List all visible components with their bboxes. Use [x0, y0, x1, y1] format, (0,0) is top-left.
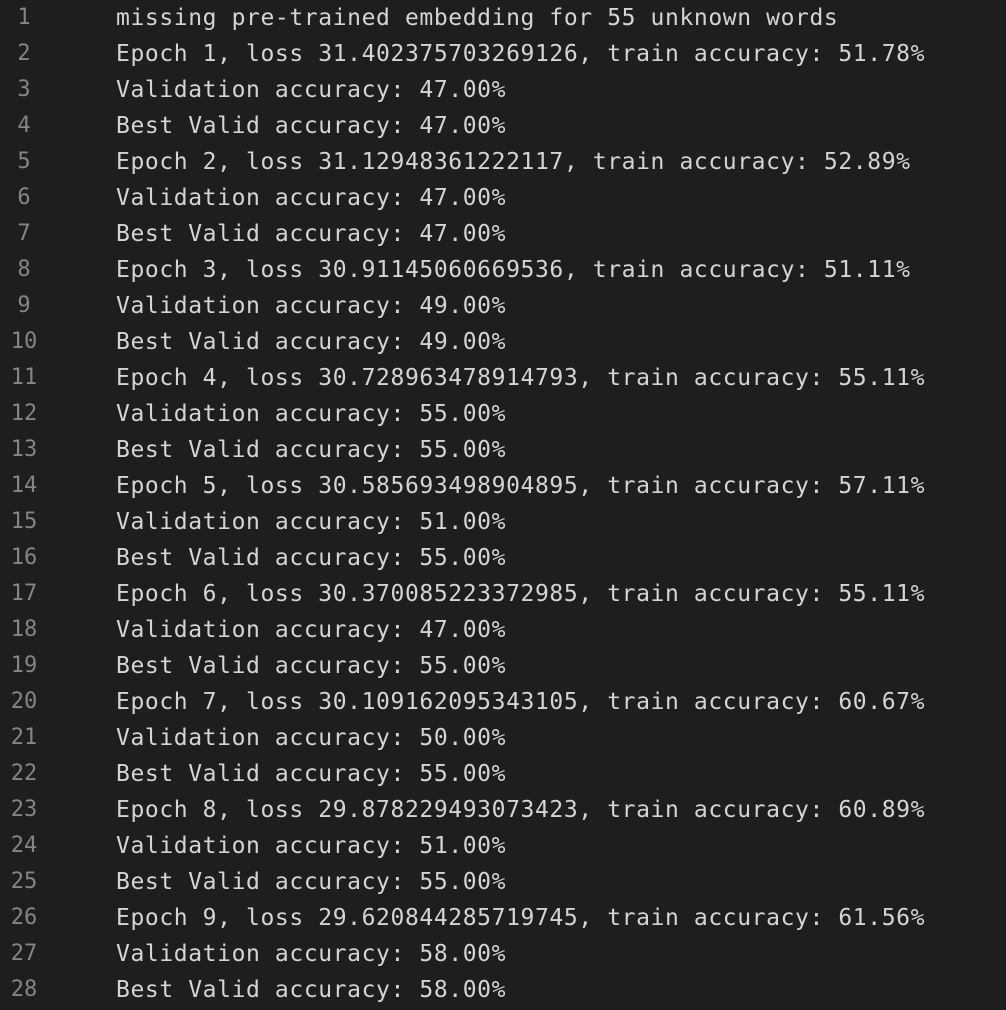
line-text: Validation accuracy: 47.00% [116, 617, 507, 643]
line-text: Best Valid accuracy: 55.00% [116, 545, 507, 571]
line-number: 20 [10, 689, 38, 714]
line-text: Epoch 9, loss 29.620844285719745, train … [116, 905, 926, 931]
line-text: Best Valid accuracy: 49.00% [116, 329, 507, 355]
line-text: missing pre-trained embedding for 55 unk… [116, 5, 839, 31]
line-number: 6 [17, 185, 31, 210]
line-number: 25 [10, 869, 38, 894]
editor-line[interactable]: 20 Epoch 7, loss 30.109162095343105, trai… [0, 684, 1006, 720]
line-number: 21 [10, 725, 38, 750]
editor-line[interactable]: 2 Epoch 1, loss 31.402375703269126, train… [0, 36, 1006, 72]
editor-line[interactable]: 26 Epoch 9, loss 29.620844285719745, trai… [0, 900, 1006, 936]
editor-line[interactable]: 11 Epoch 4, loss 30.728963478914793, trai… [0, 360, 1006, 396]
line-text: Best Valid accuracy: 55.00% [116, 761, 507, 787]
editor-line[interactable]: 17 Epoch 6, loss 30.370085223372985, trai… [0, 576, 1006, 612]
editor-line[interactable]: 24 Validation accuracy: 51.00% [0, 828, 1006, 864]
editor-line[interactable]: 4 Best Valid accuracy: 47.00% [0, 108, 1006, 144]
line-number: 1 [17, 5, 31, 30]
editor-line[interactable]: 13 Best Valid accuracy: 55.00% [0, 432, 1006, 468]
editor-line[interactable]: 27 Validation accuracy: 58.00% [0, 936, 1006, 972]
editor-line[interactable]: 28 Best Valid accuracy: 58.00% [0, 972, 1006, 1008]
line-number: 8 [17, 257, 31, 282]
line-text: Validation accuracy: 55.00% [116, 401, 507, 427]
editor-line[interactable]: 1 missing pre-trained embedding for 55 un… [0, 0, 1006, 36]
line-text: Best Valid accuracy: 55.00% [116, 653, 507, 679]
editor-line[interactable]: 18 Validation accuracy: 47.00% [0, 612, 1006, 648]
line-number: 11 [10, 365, 38, 390]
line-text: Validation accuracy: 58.00% [116, 941, 507, 967]
line-number: 28 [10, 977, 38, 1002]
line-number: 26 [10, 905, 38, 930]
editor-line[interactable]: 25 Best Valid accuracy: 55.00% [0, 864, 1006, 900]
line-text: Epoch 5, loss 30.585693498904895, train … [116, 473, 926, 499]
line-number: 15 [10, 509, 38, 534]
code-editor[interactable]: 1 missing pre-trained embedding for 55 un… [0, 0, 1006, 1010]
line-text: Epoch 1, loss 31.402375703269126, train … [116, 41, 926, 67]
editor-line[interactable]: 16 Best Valid accuracy: 55.00% [0, 540, 1006, 576]
line-number: 10 [10, 329, 38, 354]
editor-line[interactable]: 19 Best Valid accuracy: 55.00% [0, 648, 1006, 684]
line-text: Best Valid accuracy: 47.00% [116, 221, 507, 247]
line-text: Validation accuracy: 51.00% [116, 509, 507, 535]
line-number: 17 [10, 581, 38, 606]
line-number: 9 [17, 293, 31, 318]
line-number: 5 [17, 149, 31, 174]
line-number: 24 [10, 833, 38, 858]
line-text: Epoch 8, loss 29.878229493073423, train … [116, 797, 926, 823]
line-number: 22 [10, 761, 38, 786]
line-text: Best Valid accuracy: 55.00% [116, 869, 507, 895]
line-text: Validation accuracy: 47.00% [116, 77, 507, 103]
line-number: 14 [10, 473, 38, 498]
editor-line[interactable]: 12 Validation accuracy: 55.00% [0, 396, 1006, 432]
line-text: Best Valid accuracy: 58.00% [116, 977, 507, 1003]
line-text: Best Valid accuracy: 55.00% [116, 437, 507, 463]
editor-line[interactable]: 23 Epoch 8, loss 29.878229493073423, trai… [0, 792, 1006, 828]
editor-line[interactable]: 3 Validation accuracy: 47.00% [0, 72, 1006, 108]
line-text: Validation accuracy: 49.00% [116, 293, 507, 319]
line-number: 27 [10, 941, 38, 966]
line-text: Validation accuracy: 51.00% [116, 833, 507, 859]
editor-line[interactable]: 22 Best Valid accuracy: 55.00% [0, 756, 1006, 792]
line-text: Epoch 4, loss 30.728963478914793, train … [116, 365, 926, 391]
line-number: 13 [10, 437, 38, 462]
line-text: Epoch 6, loss 30.370085223372985, train … [116, 581, 926, 607]
editor-line[interactable]: 7 Best Valid accuracy: 47.00% [0, 216, 1006, 252]
line-number: 2 [17, 41, 31, 66]
line-number: 18 [10, 617, 38, 642]
editor-line[interactable]: 6 Validation accuracy: 47.00% [0, 180, 1006, 216]
line-number: 7 [17, 221, 31, 246]
editor-line[interactable]: 5 Epoch 2, loss 31.12948361222117, train … [0, 144, 1006, 180]
line-text: Epoch 3, loss 30.91145060669536, train a… [116, 257, 911, 283]
line-text: Epoch 2, loss 31.12948361222117, train a… [116, 149, 911, 175]
line-number: 19 [10, 653, 38, 678]
editor-line[interactable]: 10 Best Valid accuracy: 49.00% [0, 324, 1006, 360]
editor-line[interactable]: 9 Validation accuracy: 49.00% [0, 288, 1006, 324]
editor-line[interactable]: 14 Epoch 5, loss 30.585693498904895, trai… [0, 468, 1006, 504]
editor-lines: 1 missing pre-trained embedding for 55 un… [0, 0, 1006, 1008]
line-text: Validation accuracy: 47.00% [116, 185, 507, 211]
line-number: 3 [17, 77, 31, 102]
line-number: 23 [10, 797, 38, 822]
line-text: Epoch 7, loss 30.109162095343105, train … [116, 689, 926, 715]
line-text: Best Valid accuracy: 47.00% [116, 113, 507, 139]
editor-line[interactable]: 8 Epoch 3, loss 30.91145060669536, train … [0, 252, 1006, 288]
editor-line[interactable]: 21 Validation accuracy: 50.00% [0, 720, 1006, 756]
line-number: 16 [10, 545, 38, 570]
line-number: 4 [17, 113, 31, 138]
line-number: 12 [10, 401, 38, 426]
editor-line[interactable]: 15 Validation accuracy: 51.00% [0, 504, 1006, 540]
line-text: Validation accuracy: 50.00% [116, 725, 507, 751]
